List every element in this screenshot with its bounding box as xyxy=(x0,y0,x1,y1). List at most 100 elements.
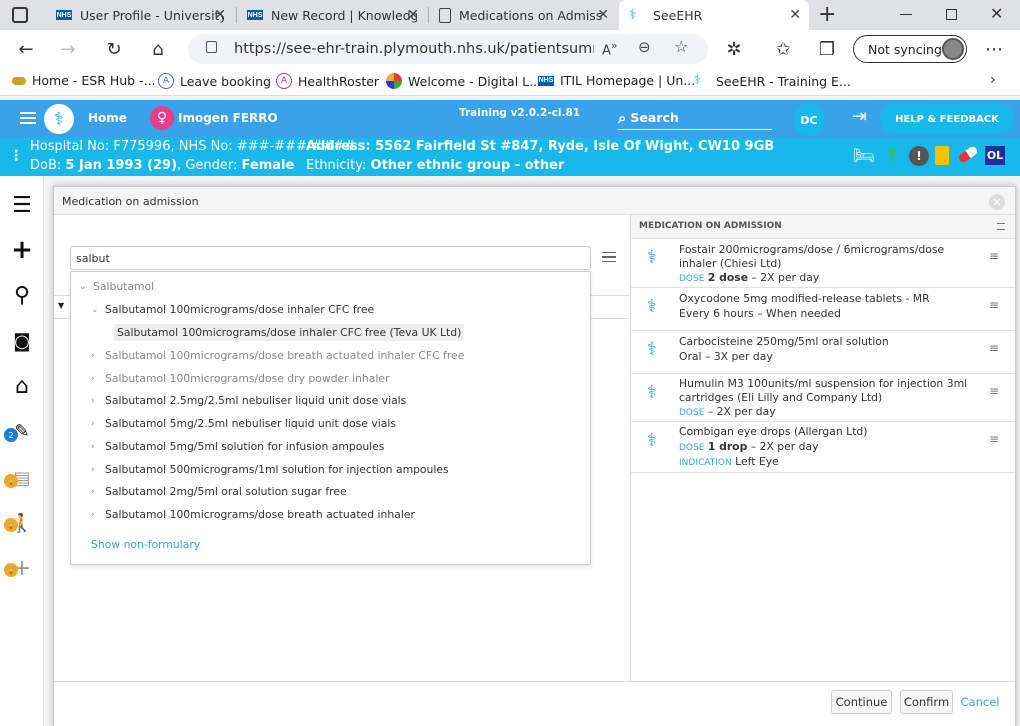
chevron-right-icon: › xyxy=(91,441,95,452)
sync-button[interactable]: Not syncing xyxy=(853,35,967,63)
stethoscope-icon[interactable]: ⚲ xyxy=(0,273,44,317)
tab-new-record[interactable]: NHS New Record | Knowledg ✕ xyxy=(237,0,427,30)
bookmark-home-esr[interactable]: Home - ESR Hub -... xyxy=(12,73,156,88)
letter-a-icon: A xyxy=(276,73,292,89)
medication-item[interactable]: ⚕ Carbocisteine 250mg/5ml oral solution … xyxy=(631,331,1015,374)
camera-icon[interactable]: ◙ xyxy=(0,319,44,363)
close-window-icon[interactable]: ✕ xyxy=(990,4,1003,23)
search-button[interactable]: ⌕ Search xyxy=(618,106,772,130)
key-icon xyxy=(12,76,26,85)
tab-user-profile[interactable]: NHS User Profile - University ✕ xyxy=(46,0,234,30)
app-sidebar: ☰ + ⚲ ◙ ⌂ ✎ 2 ▤ 🔒 🚶 🔒 + 🔒 xyxy=(0,176,44,726)
collections-icon[interactable]: ❐ xyxy=(815,37,839,61)
browser-tab-strip: NHS User Profile - University ✕ NHS New … xyxy=(0,0,1020,30)
patient-banner: ⋮ Hospital No: F775996, NHS No: ###-###-… xyxy=(0,138,1020,176)
item-menu-icon[interactable]: ≡ xyxy=(989,249,999,263)
bookmark-seeehr[interactable]: ⚕ SeeEHR - Training E... xyxy=(694,73,851,89)
read-aloud-icon[interactable]: A» xyxy=(602,39,618,58)
lock-icon[interactable] xyxy=(206,41,217,53)
confirm-button[interactable]: Confirm xyxy=(900,690,953,714)
chevron-right-icon: › xyxy=(91,509,95,520)
medication-item[interactable]: ⚕ Oxycodone 5mg modified-release tablets… xyxy=(631,288,1015,331)
dropdown-group-salbutamol[interactable]: ⌄ Salbutamol xyxy=(79,280,154,293)
zoom-icon[interactable]: ⊖ xyxy=(638,38,651,56)
home-icon[interactable]: ⌂ xyxy=(146,37,170,61)
medication-item[interactable]: ⚕ Humulin M3 100units/ml suspension for … xyxy=(631,374,1015,422)
more-vertical-icon[interactable]: ⋮ xyxy=(9,148,23,164)
extensions-icon[interactable]: ✲ xyxy=(722,37,746,61)
dropdown-item[interactable]: › Salbutamol 5mg/5ml solution for infusio… xyxy=(91,440,384,453)
close-tab-icon[interactable]: ✕ xyxy=(407,7,419,23)
back-icon[interactable]: ← xyxy=(14,37,38,61)
menu-icon[interactable] xyxy=(20,112,36,124)
letter-a-icon: A xyxy=(158,73,174,89)
tab-seeehr[interactable]: ⚕ SeeEHR ✕ xyxy=(619,0,809,30)
favorite-add-icon[interactable]: ☆ xyxy=(674,37,688,56)
cancel-button[interactable]: Cancel xyxy=(958,690,1002,714)
restore-icon[interactable] xyxy=(946,9,957,20)
favorites-icon[interactable]: ✩ xyxy=(771,37,795,61)
seeehr-logo-icon: ⚕ xyxy=(694,73,702,88)
medication-item[interactable]: ⚕ Combigan eye drops (Allergan Ltd) DOSE… xyxy=(631,422,1015,473)
hamburger-menu-icon[interactable] xyxy=(602,252,616,262)
dropdown-item[interactable]: › Salbutamol 100micrograms/dose breath ac… xyxy=(91,349,464,362)
dropdown-item[interactable]: › Salbutamol 2mg/5ml oral solution sugar … xyxy=(91,485,347,498)
nhs-logo-icon: NHS xyxy=(538,75,554,86)
hamburger-menu-icon[interactable] xyxy=(997,223,1005,230)
profile-avatar xyxy=(942,38,964,60)
help-feedback-button[interactable]: HELP & FEEDBACK xyxy=(880,104,1014,134)
item-menu-icon[interactable]: ≡ xyxy=(989,384,999,398)
bookmark-itil[interactable]: NHS ITIL Homepage | Un... xyxy=(538,73,695,88)
ol-badge[interactable]: OL xyxy=(985,146,1005,165)
forward-icon[interactable]: → xyxy=(56,37,80,61)
refresh-icon[interactable]: ↻ xyxy=(102,37,126,61)
clipboard-icon[interactable] xyxy=(935,146,949,165)
dropdown-item[interactable]: › Salbutamol 100micrograms/dose dry powde… xyxy=(91,372,389,385)
close-dialog-icon[interactable]: ✕ xyxy=(989,194,1005,210)
caret-down-icon[interactable]: ▼ xyxy=(58,301,64,310)
help-question-icon[interactable]: ? xyxy=(887,145,897,166)
dropdown-item[interactable]: › Salbutamol 100micrograms/dose breath ac… xyxy=(91,508,415,521)
address-bar[interactable]: https://see-ehr-train.plymouth.nhs.uk/pa… xyxy=(188,34,708,64)
user-avatar[interactable]: DC xyxy=(793,104,825,136)
plus-icon[interactable]: + xyxy=(0,228,44,272)
item-menu-icon[interactable]: ≡ xyxy=(989,432,999,446)
new-tab-icon[interactable]: + xyxy=(818,2,836,27)
house-plus-icon[interactable]: ⌂ xyxy=(0,364,44,408)
logout-icon[interactable]: ⇥ xyxy=(852,106,867,127)
minimize-icon[interactable] xyxy=(900,14,912,15)
close-tab-icon[interactable]: ✕ xyxy=(597,7,609,23)
tab-actions-icon[interactable] xyxy=(12,7,28,23)
pill-icon[interactable] xyxy=(957,145,979,164)
medication-search-input[interactable] xyxy=(70,246,591,270)
close-tab-icon[interactable]: ✕ xyxy=(789,7,801,23)
dialog-header: Medication on admission ✕ xyxy=(54,187,1015,215)
alert-icon[interactable]: ! xyxy=(909,146,929,166)
bookmark-leave-booking[interactable]: A Leave booking xyxy=(158,73,271,89)
home-link[interactable]: Home xyxy=(88,111,127,125)
dropdown-item[interactable]: › Salbutamol 2.5mg/2.5ml nebuliser liquid… xyxy=(91,394,406,407)
medication-item[interactable]: ⚕ Fostair 200micrograms/dose / 6microgra… xyxy=(631,239,1015,288)
item-menu-icon[interactable]: ≡ xyxy=(989,298,999,312)
bookmark-welcome-digital[interactable]: Welcome - Digital L... xyxy=(386,73,541,89)
chevron-right-icon: › xyxy=(91,350,95,361)
patient-name[interactable]: Imogen FERRO xyxy=(178,111,278,125)
dropdown-item[interactable]: ⌄ Salbutamol 100micrograms/dose inhaler C… xyxy=(91,303,374,316)
bookmark-healthroster[interactable]: A HealthRoster xyxy=(276,73,379,89)
close-tab-icon[interactable]: ✕ xyxy=(214,7,226,23)
dropdown-item[interactable]: › Salbutamol 5mg/2.5ml nebuliser liquid u… xyxy=(91,417,396,430)
continue-button[interactable]: Continue xyxy=(831,690,892,714)
more-menu-icon[interactable]: ⋯ xyxy=(982,37,1006,61)
dropdown-item[interactable]: › Salbutamol 500micrograms/1ml solution f… xyxy=(91,463,449,476)
item-menu-icon[interactable]: ≡ xyxy=(989,341,999,355)
lock-icon: 🔒 xyxy=(4,563,18,577)
tab-medications[interactable]: Medications on Admiss ✕ xyxy=(429,0,617,30)
bed-icon[interactable]: 🛏 xyxy=(853,146,875,166)
list-icon[interactable]: ☰ xyxy=(0,183,44,227)
dialog-title: Medication on admission xyxy=(62,195,199,208)
seeehr-logo-icon: ⚕ xyxy=(629,7,637,23)
medication-list-pane: MEDICATION ON ADMISSION ⚕ Fostair 200mic… xyxy=(630,215,1015,681)
dropdown-item-selected[interactable]: Salbutamol 100micrograms/dose inhaler CF… xyxy=(114,324,465,341)
chevron-right-icon[interactable]: › xyxy=(990,72,996,88)
show-non-formulary-link[interactable]: Show non-formulary xyxy=(91,538,200,551)
